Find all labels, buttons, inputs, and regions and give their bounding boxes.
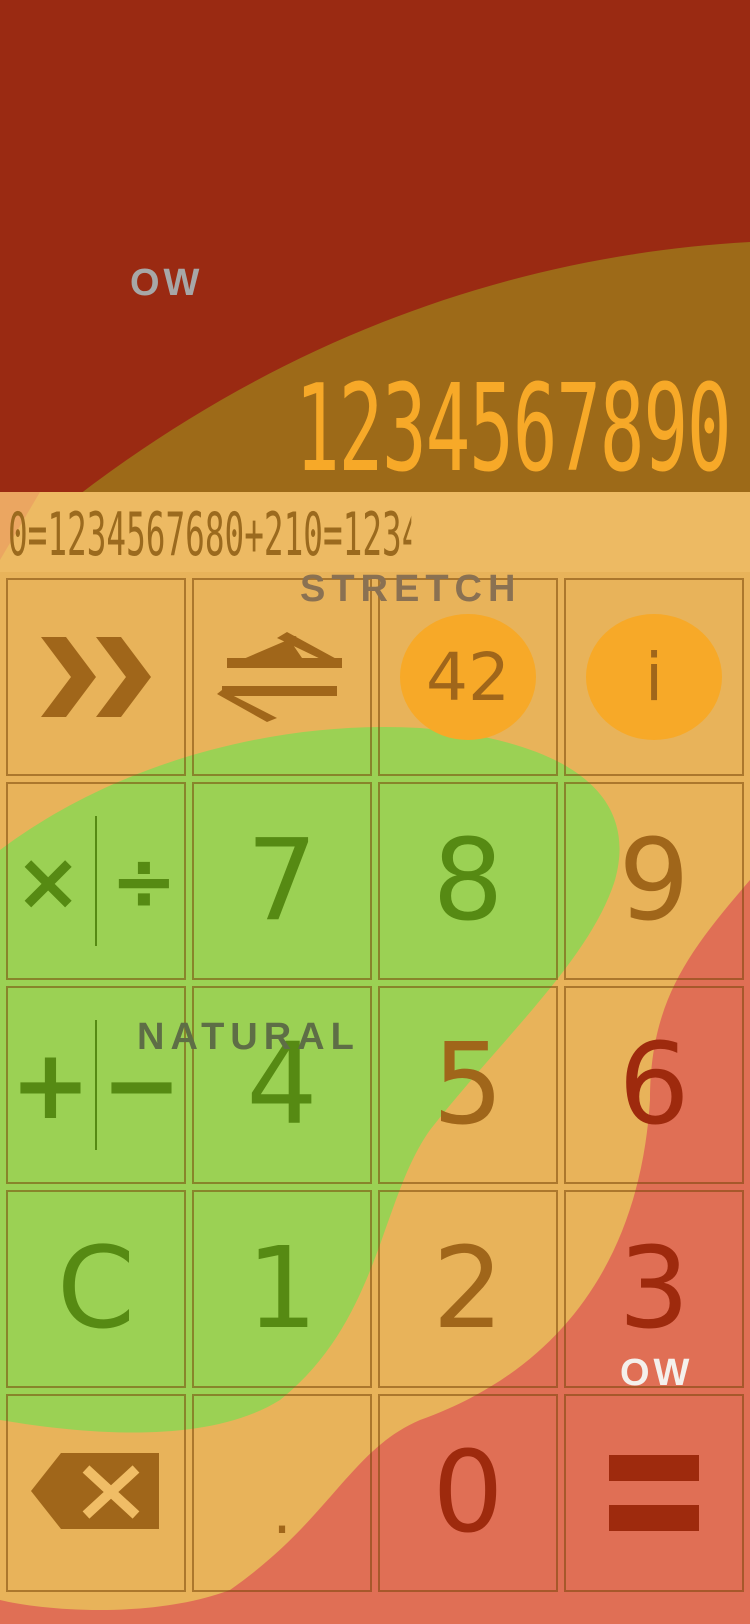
- digit-label: 7: [246, 816, 318, 946]
- digit-label: 1: [246, 1224, 318, 1354]
- overlay-natural: NATURAL: [137, 1016, 360, 1058]
- history-display: 0=1234567680+210=1234567890: [8, 505, 411, 565]
- double-chevron-right-icon: [41, 637, 151, 717]
- digit-1-button[interactable]: 1: [192, 1190, 372, 1388]
- digit-label: 0: [432, 1428, 504, 1558]
- info-badge: i: [586, 614, 722, 740]
- clear-label: C: [56, 1224, 136, 1354]
- info-button[interactable]: i: [564, 578, 744, 776]
- digit-label: 2: [432, 1224, 504, 1354]
- backspace-button[interactable]: [6, 1394, 186, 1592]
- digit-2-button[interactable]: 2: [378, 1190, 558, 1388]
- decimal-label: .: [272, 1478, 292, 1548]
- decimal-button[interactable]: .: [192, 1394, 372, 1592]
- key-divider: [95, 816, 97, 946]
- swap-arrows-icon: [217, 632, 342, 722]
- digit-label: 5: [432, 1020, 504, 1150]
- overlay-ow-bottom: OW: [620, 1352, 694, 1394]
- answer-label: 42: [426, 638, 510, 716]
- digit-6-button[interactable]: 6: [564, 986, 744, 1184]
- overlay-ow-top: OW: [130, 262, 204, 304]
- digit-label: 6: [618, 1020, 690, 1150]
- digit-0-button[interactable]: 0: [378, 1394, 558, 1592]
- digit-label: 9: [618, 816, 690, 946]
- result-display: 1234567890: [294, 360, 731, 499]
- multiply-divide-button[interactable]: × ÷: [6, 782, 186, 980]
- multiply-icon: ×: [14, 834, 82, 928]
- digit-8-button[interactable]: 8: [378, 782, 558, 980]
- digit-7-button[interactable]: 7: [192, 782, 372, 980]
- key-divider: [95, 1020, 97, 1150]
- info-icon: i: [644, 638, 664, 716]
- digit-label: 3: [618, 1224, 690, 1354]
- digit-5-button[interactable]: 5: [378, 986, 558, 1184]
- clear-button[interactable]: C: [6, 1190, 186, 1388]
- overlay-stretch: STRETCH: [300, 568, 522, 610]
- equals-icon: [609, 1455, 699, 1531]
- digit-9-button[interactable]: 9: [564, 782, 744, 980]
- plus-icon: +: [10, 1029, 91, 1141]
- divide-icon: ÷: [110, 834, 178, 928]
- digit-label: 8: [432, 816, 504, 946]
- equals-button[interactable]: [564, 1394, 744, 1592]
- answer-badge: 42: [400, 614, 536, 740]
- skip-button[interactable]: [6, 578, 186, 776]
- backspace-icon: [31, 1453, 159, 1529]
